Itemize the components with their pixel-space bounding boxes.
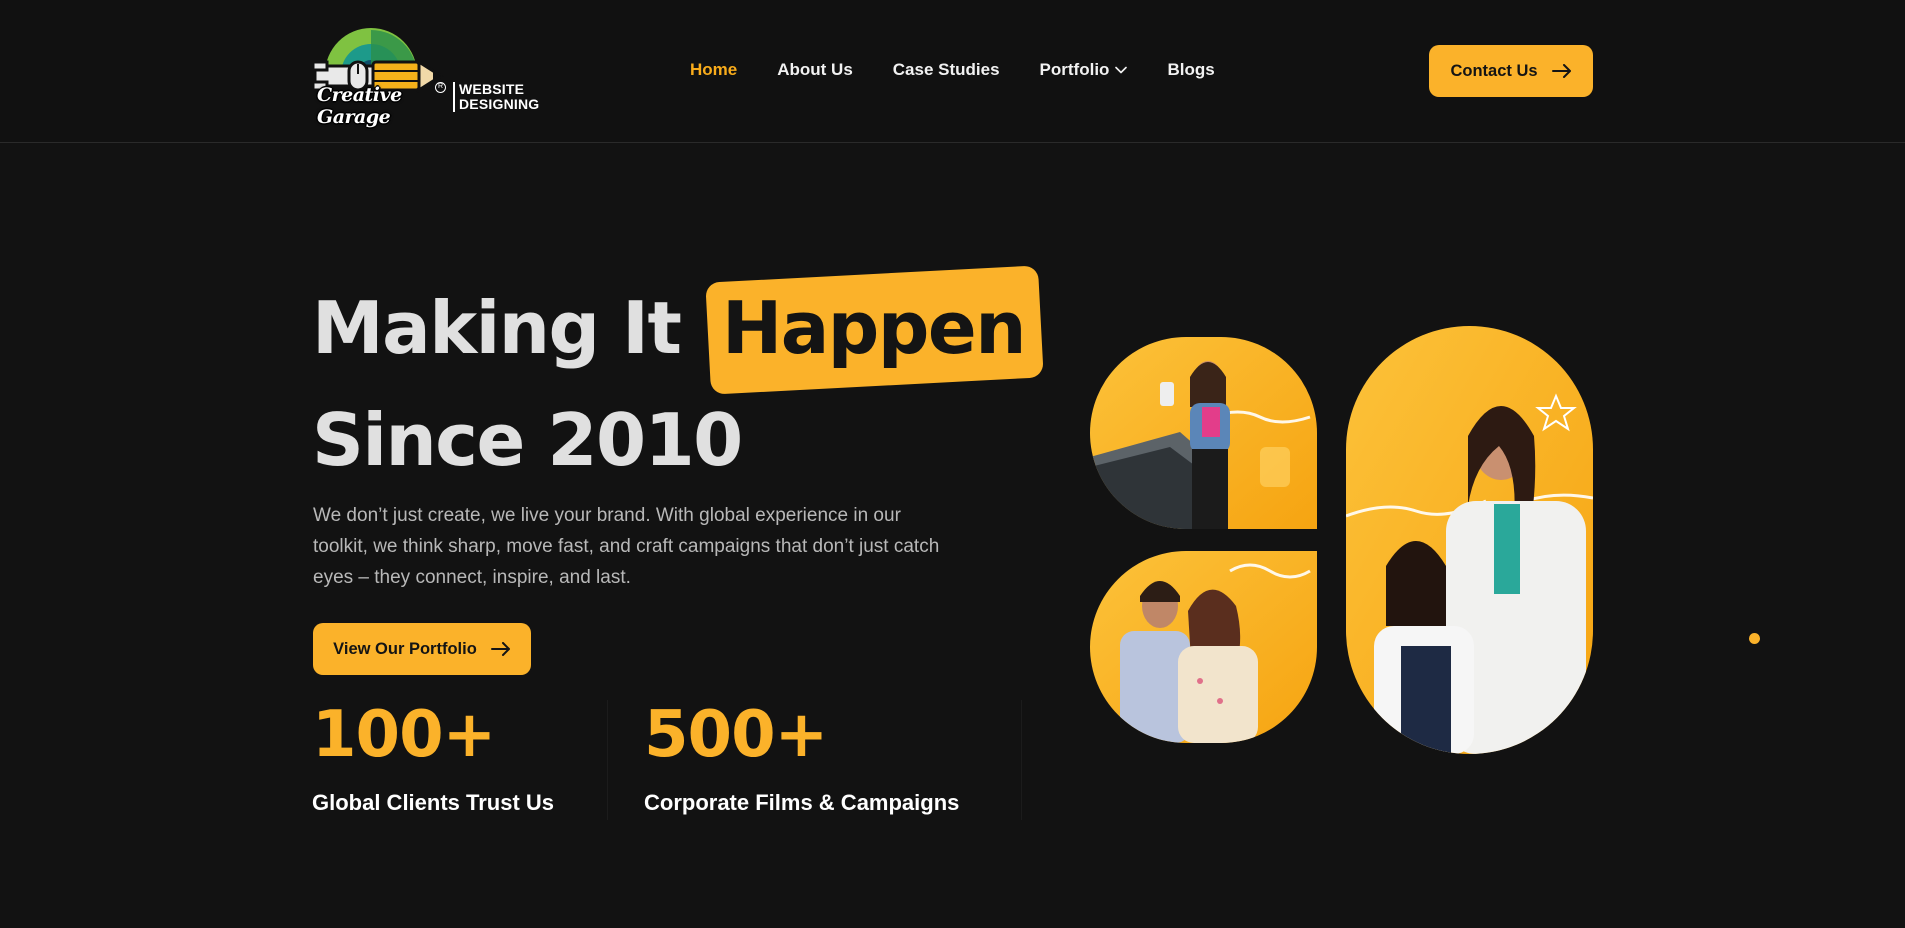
hero-description: We don’t just create, we live your brand… bbox=[313, 505, 940, 588]
stat-global-clients: 100+ Global Clients Trust Us bbox=[312, 700, 554, 816]
nav-portfolio[interactable]: Portfolio bbox=[1040, 60, 1128, 80]
hero-image-couple bbox=[1090, 551, 1317, 743]
arrow-right-icon bbox=[490, 642, 510, 656]
photo-woman-phone bbox=[1090, 337, 1317, 529]
hero-title-highlight: Happen bbox=[712, 272, 1035, 384]
nav-case-studies[interactable]: Case Studies bbox=[893, 60, 1000, 80]
stat-number: 100+ bbox=[312, 698, 496, 772]
nav-about-us[interactable]: About Us bbox=[777, 60, 853, 80]
registered-mark: R bbox=[435, 82, 446, 93]
hero-title-highlight-text: Happen bbox=[721, 286, 1027, 370]
carousel-dot[interactable] bbox=[1749, 633, 1760, 644]
logo-divider bbox=[453, 82, 455, 112]
site-header: Creative Garage R WEBSITE DESIGNING Home… bbox=[0, 0, 1905, 143]
hero-image-doctor-child bbox=[1346, 326, 1593, 754]
stat-number: 500+ bbox=[644, 698, 828, 772]
arrow-right-icon bbox=[1551, 64, 1571, 78]
photo-couple bbox=[1090, 551, 1317, 743]
stat-divider bbox=[1021, 700, 1022, 820]
hero-title: Making It Happen Since 2010 bbox=[312, 272, 1035, 496]
nav-portfolio-label: Portfolio bbox=[1039, 60, 1110, 79]
logo-tagline-line1: WEBSITE bbox=[459, 81, 525, 97]
nav-blogs[interactable]: Blogs bbox=[1167, 60, 1214, 80]
view-portfolio-label: View Our Portfolio bbox=[333, 639, 477, 658]
stat-label: Global Clients Trust Us bbox=[312, 790, 555, 815]
logo-tagline: WEBSITE DESIGNING bbox=[459, 82, 539, 112]
logo-brand-text: Creative Garage bbox=[317, 84, 402, 128]
stat-label: Corporate Films & Campaigns bbox=[644, 790, 960, 815]
logo-mark: Creative Garage R bbox=[311, 26, 453, 128]
hero-image-woman-phone bbox=[1090, 337, 1317, 529]
chevron-down-icon bbox=[1115, 66, 1128, 74]
contact-us-label: Contact Us bbox=[1450, 61, 1538, 80]
hero-title-line2: Since 2010 bbox=[312, 398, 743, 482]
view-portfolio-button[interactable]: View Our Portfolio bbox=[313, 623, 531, 675]
logo-tagline-line2: DESIGNING bbox=[459, 96, 540, 112]
main-nav: Home About Us Case Studies Portfolio Blo… bbox=[690, 60, 1215, 80]
hero-title-line1: Making It Happen bbox=[312, 272, 1035, 384]
logo[interactable]: Creative Garage R WEBSITE DESIGNING bbox=[311, 26, 543, 128]
contact-us-button[interactable]: Contact Us bbox=[1429, 45, 1593, 97]
stat-corporate-films: 500+ Corporate Films & Campaigns bbox=[644, 700, 959, 816]
hero-title-part1: Making It bbox=[312, 286, 682, 370]
nav-home[interactable]: Home bbox=[690, 60, 737, 80]
stat-divider bbox=[607, 700, 608, 820]
photo-doctor-child bbox=[1346, 326, 1593, 754]
